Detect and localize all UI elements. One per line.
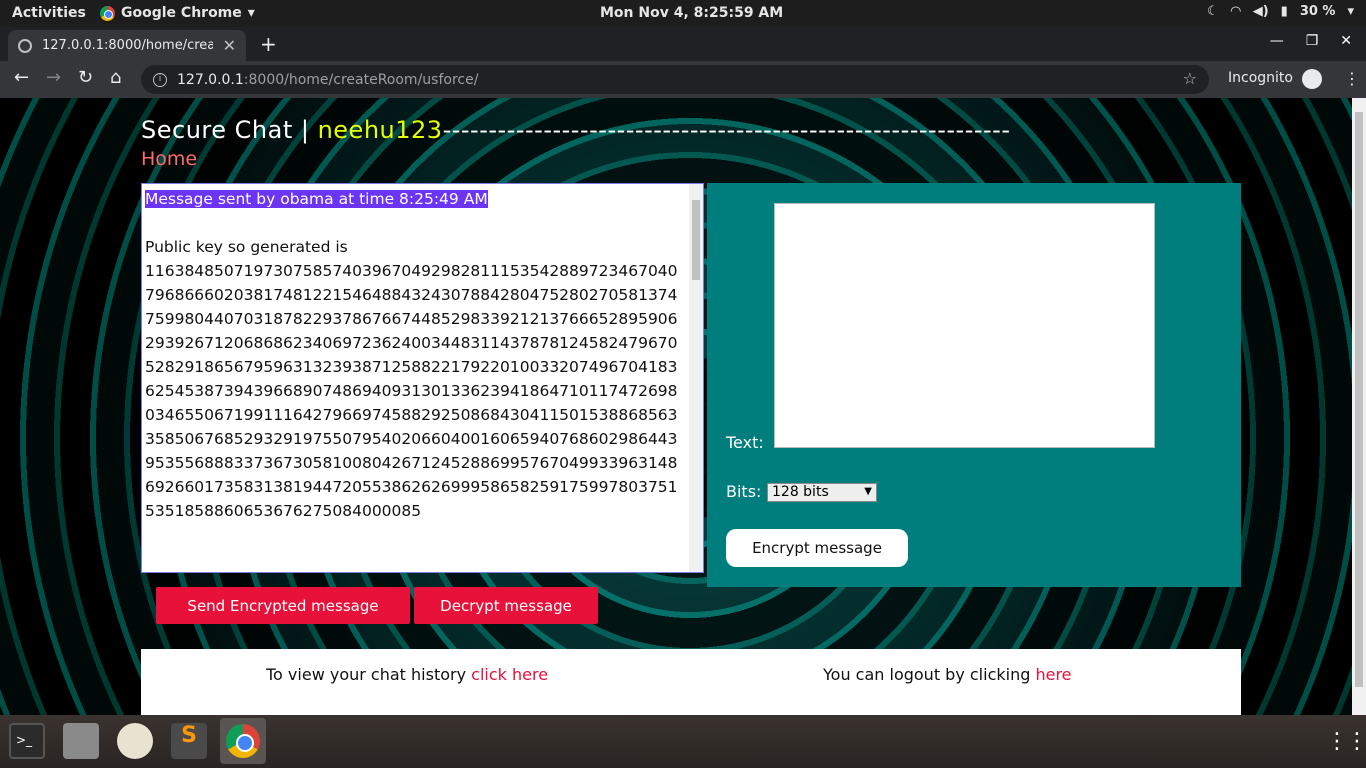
- send-encrypted-button[interactable]: Send Encrypted message: [156, 587, 410, 624]
- encrypt-button[interactable]: Encrypt message: [726, 529, 908, 567]
- page-viewport: Secure Chat | neehu123------------------…: [0, 98, 1352, 715]
- bits-selected-value: 128 bits: [772, 484, 829, 500]
- battery-percent: 30 %: [1299, 4, 1336, 19]
- system-tray[interactable]: ☾ ◠ ◀) ▮ 30 % ▾: [1207, 4, 1354, 19]
- wifi-icon: ◠: [1230, 4, 1241, 19]
- bits-label: Bits:: [726, 482, 762, 501]
- home-icon[interactable]: ⌂: [110, 67, 121, 88]
- chrome-icon: [226, 724, 260, 758]
- globe-icon: [18, 38, 32, 53]
- terminal-icon[interactable]: >_: [9, 723, 45, 759]
- browser-tab[interactable]: 127.0.0.1:8000/home/crea ✕: [8, 30, 246, 61]
- site-name: Secure Chat |: [141, 116, 318, 144]
- app-menu-label: Google Chrome: [121, 5, 242, 21]
- minimize-icon[interactable]: —: [1270, 33, 1284, 49]
- message-header: Message sent by obama at time 8:25:49 AM: [145, 190, 488, 208]
- encrypt-panel: Text: Bits: 128 bits ▼ Encrypt message: [707, 183, 1241, 587]
- activities-button[interactable]: Activities: [12, 5, 86, 21]
- window-controls: — ❐ ✕: [1270, 33, 1352, 49]
- incognito-label: Incognito: [1228, 70, 1293, 86]
- rhythmbox-icon[interactable]: [117, 723, 153, 759]
- system-top-bar: Activities Google Chrome ▾ Mon Nov 4, 8:…: [0, 0, 1366, 27]
- home-link[interactable]: Home: [141, 148, 197, 170]
- text-input[interactable]: [774, 203, 1155, 448]
- logout-link[interactable]: here: [1035, 665, 1071, 684]
- bookmark-star-icon[interactable]: ☆: [1183, 69, 1197, 88]
- reload-icon[interactable]: ↻: [78, 67, 93, 88]
- forward-icon[interactable]: →: [46, 67, 61, 88]
- public-key-digits: 1163848507197307585740396704929828111535…: [145, 262, 678, 520]
- address-bar[interactable]: i 127.0.0.1:8000/home/createRoom/usforce…: [141, 65, 1209, 94]
- logout-text: You can logout by clicking here: [823, 665, 1072, 684]
- logout-label: You can logout by clicking: [823, 665, 1036, 684]
- chevron-down-icon: ▾: [1347, 4, 1354, 19]
- files-icon[interactable]: [63, 723, 99, 759]
- tab-title: 127.0.0.1:8000/home/crea: [42, 38, 213, 53]
- page-scrollbar-thumb[interactable]: [1355, 112, 1363, 687]
- close-window-icon[interactable]: ✕: [1340, 33, 1352, 49]
- textarea-scrollbar[interactable]: [689, 184, 703, 572]
- text-label: Text:: [726, 433, 764, 452]
- back-icon[interactable]: ←: [14, 67, 29, 88]
- clock[interactable]: Mon Nov 4, 8:25:59 AM: [600, 5, 783, 21]
- message-textarea[interactable]: Message sent by obama at time 8:25:49 AM…: [141, 183, 704, 573]
- browser-toolbar: ← → ↻ ⌂ i 127.0.0.1:8000/home/createRoom…: [0, 61, 1366, 98]
- sublime-text-icon[interactable]: S: [171, 723, 207, 759]
- history-link[interactable]: click here: [471, 665, 548, 684]
- scrollbar-thumb[interactable]: [692, 200, 700, 280]
- volume-icon: ◀): [1252, 4, 1269, 19]
- title-dashes: ----------------------------------------…: [442, 116, 1011, 144]
- bits-select[interactable]: 128 bits ▼: [767, 483, 877, 502]
- info-icon[interactable]: i: [153, 72, 167, 87]
- url-path: :8000/home/createRoom/usforce/: [243, 71, 479, 88]
- night-light-icon: ☾: [1207, 4, 1219, 19]
- page-title: Secure Chat | neehu123------------------…: [141, 116, 1011, 144]
- page-scrollbar[interactable]: [1352, 98, 1366, 715]
- chrome-dock-item[interactable]: [220, 718, 266, 764]
- dropdown-arrow-icon: ▼: [864, 486, 872, 497]
- history-text: To view your chat history click here: [266, 665, 548, 684]
- new-tab-button[interactable]: +: [260, 32, 277, 56]
- dock: >_ S ⋮⋮⋮: [0, 715, 1366, 768]
- app-menu[interactable]: Google Chrome ▾: [100, 5, 255, 21]
- menu-icon[interactable]: ⋮: [1344, 69, 1360, 88]
- battery-icon: ▮: [1280, 4, 1288, 19]
- chrome-icon: [100, 5, 115, 21]
- chevron-down-icon: ▾: [247, 5, 255, 21]
- key-label: Public key so generated is: [145, 238, 348, 256]
- url-host: 127.0.0.1: [177, 71, 244, 88]
- history-label: To view your chat history: [266, 665, 472, 684]
- restore-icon[interactable]: ❐: [1306, 33, 1319, 49]
- tab-strip: 127.0.0.1:8000/home/crea ✕ + — ❐ ✕: [0, 27, 1366, 61]
- show-applications-icon[interactable]: ⋮⋮⋮: [1326, 729, 1366, 754]
- decrypt-button[interactable]: Decrypt message: [414, 587, 598, 624]
- footer: To view your chat history click here You…: [141, 649, 1241, 715]
- username: neehu123: [317, 116, 443, 144]
- close-icon[interactable]: ✕: [223, 36, 236, 55]
- incognito-icon[interactable]: [1302, 69, 1322, 89]
